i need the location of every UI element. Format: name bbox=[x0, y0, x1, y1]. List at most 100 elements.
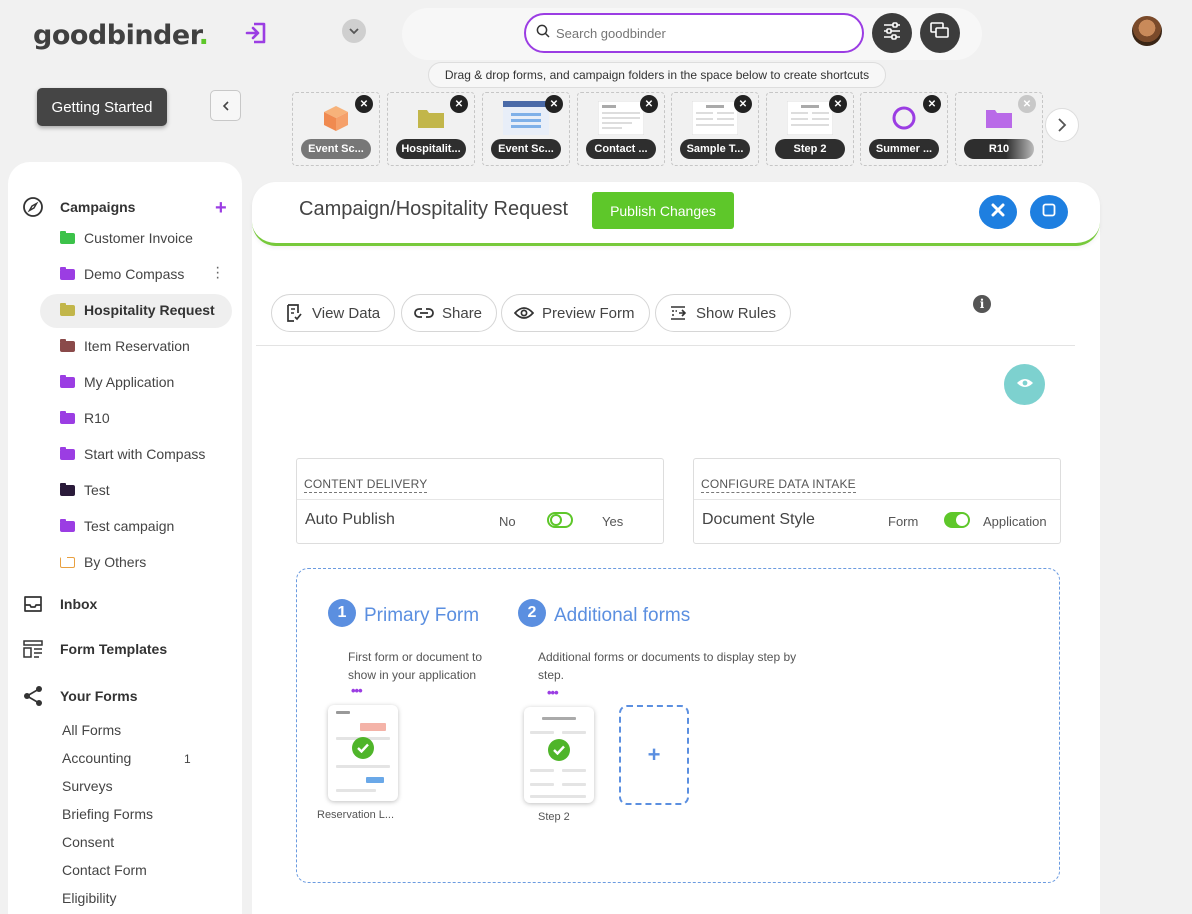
shortcut-item[interactable]: Event Sc... ✕ bbox=[482, 92, 570, 166]
form-folder-item[interactable]: Surveys bbox=[62, 778, 113, 794]
more-options-icon[interactable]: ••• bbox=[351, 683, 363, 698]
shortcut-item[interactable]: R10 ✕ bbox=[955, 92, 1043, 166]
user-avatar[interactable] bbox=[1132, 16, 1162, 46]
shortcut-item[interactable]: Summer ... ✕ bbox=[860, 92, 948, 166]
rules-icon bbox=[668, 303, 688, 323]
chevron-left-icon bbox=[222, 98, 230, 114]
folder-icon bbox=[60, 374, 75, 388]
campaign-item[interactable]: Test bbox=[60, 482, 110, 498]
more-options-icon[interactable]: · · · bbox=[215, 260, 220, 286]
share-nodes-icon bbox=[22, 685, 44, 707]
getting-started-button[interactable]: Getting Started bbox=[37, 88, 167, 126]
campaign-item[interactable]: Start with Compass bbox=[60, 446, 205, 462]
document-style-toggle[interactable] bbox=[944, 512, 970, 528]
page-title: Campaign/Hospitality Request bbox=[299, 198, 569, 220]
chat-button[interactable] bbox=[920, 13, 960, 53]
preview-toggle-button[interactable] bbox=[1004, 364, 1045, 405]
info-icon[interactable]: i bbox=[973, 295, 991, 313]
remove-shortcut-icon[interactable]: ✕ bbox=[545, 95, 563, 113]
form-folder-item[interactable]: Contact Form bbox=[62, 862, 147, 878]
campaign-item[interactable]: Demo Compass bbox=[60, 266, 184, 282]
circle-icon bbox=[879, 101, 929, 135]
collapse-sidebar-button[interactable] bbox=[210, 90, 241, 121]
step-description: Additional forms or documents to display… bbox=[538, 650, 797, 682]
campaign-item[interactable]: Test campaign bbox=[60, 518, 174, 534]
remove-shortcut-icon[interactable]: ✕ bbox=[450, 95, 468, 113]
card-label: Auto Publish bbox=[305, 511, 395, 528]
search-bar[interactable] bbox=[524, 13, 864, 53]
toggle-off-label: No bbox=[499, 514, 516, 529]
additional-form-thumbnail[interactable] bbox=[524, 707, 594, 803]
app-logo[interactable]: goodbinder. bbox=[33, 20, 209, 51]
data-intake-card: CONFIGURE DATA INTAKE Document Style For… bbox=[693, 458, 1061, 544]
primary-form-thumbnail[interactable] bbox=[328, 705, 398, 801]
your-forms-nav[interactable]: Your Forms bbox=[22, 685, 138, 707]
campaign-item[interactable]: Hospitality Request bbox=[60, 302, 215, 318]
document-label: Reservation L... bbox=[317, 809, 395, 821]
filter-button[interactable] bbox=[872, 13, 912, 53]
shortcut-item[interactable]: Contact ... ✕ bbox=[577, 92, 665, 166]
document-label: Step 2 bbox=[538, 811, 570, 823]
form-thumb-icon bbox=[596, 101, 646, 135]
view-data-icon bbox=[284, 303, 304, 323]
step-description: First form or document to show in your a… bbox=[348, 650, 483, 682]
more-options-icon[interactable]: ••• bbox=[547, 685, 559, 700]
close-button[interactable] bbox=[979, 195, 1017, 229]
remove-shortcut-icon[interactable]: ✕ bbox=[829, 95, 847, 113]
add-campaign-icon[interactable]: + bbox=[215, 197, 227, 220]
folder-icon bbox=[406, 101, 456, 135]
toggle-on-label: Yes bbox=[602, 514, 624, 529]
chat-icon bbox=[929, 21, 951, 46]
publish-changes-button[interactable]: Publish Changes bbox=[592, 192, 734, 229]
remove-shortcut-icon[interactable]: ✕ bbox=[355, 95, 373, 113]
maximize-button[interactable] bbox=[1030, 195, 1068, 229]
form-folder-item[interactable]: All Forms bbox=[62, 722, 121, 738]
remove-shortcut-icon[interactable]: ✕ bbox=[923, 95, 941, 113]
remove-shortcut-icon[interactable]: ✕ bbox=[640, 95, 658, 113]
toggle-knob bbox=[550, 514, 562, 526]
campaign-item[interactable]: Item Reservation bbox=[60, 338, 190, 354]
campaign-item[interactable]: R10 bbox=[60, 410, 110, 426]
chevron-right-icon[interactable] bbox=[1045, 108, 1079, 142]
shortcut-item[interactable]: Event Sc... ✕ bbox=[292, 92, 380, 166]
inbox-nav[interactable]: Inbox bbox=[22, 593, 97, 615]
link-icon bbox=[414, 303, 434, 323]
form-folder-item[interactable]: Accounting bbox=[62, 750, 131, 766]
campaigns-header[interactable]: Campaigns bbox=[22, 196, 135, 218]
form-templates-nav[interactable]: Form Templates bbox=[22, 638, 167, 660]
form-folder-item[interactable]: Eligibility bbox=[62, 890, 116, 906]
preview-form-button[interactable]: Preview Form bbox=[501, 294, 650, 332]
add-form-button[interactable]: + bbox=[619, 705, 689, 805]
shortcut-item[interactable]: Step 2 ✕ bbox=[766, 92, 854, 166]
campaign-item[interactable]: By Others bbox=[60, 554, 146, 570]
form-folder-item[interactable]: Briefing Forms bbox=[62, 806, 153, 822]
campaign-item[interactable]: My Application bbox=[60, 374, 174, 390]
divider bbox=[256, 345, 1075, 346]
toggle-off-label: Form bbox=[888, 514, 919, 529]
show-rules-button[interactable]: Show Rules bbox=[655, 294, 792, 332]
eye-icon bbox=[1016, 376, 1034, 394]
logout-icon[interactable] bbox=[244, 20, 270, 46]
remove-shortcut-icon[interactable]: ✕ bbox=[1018, 95, 1036, 113]
shortcut-item[interactable]: Sample T... ✕ bbox=[671, 92, 759, 166]
search-input[interactable] bbox=[556, 25, 836, 41]
view-data-button[interactable]: View Data bbox=[271, 294, 396, 332]
shortcut-item[interactable]: Hospitalit... ✕ bbox=[387, 92, 475, 166]
card-title: CONFIGURE DATA INTAKE bbox=[701, 477, 856, 493]
content-delivery-card: CONTENT DELIVERY Auto Publish No Yes bbox=[296, 458, 664, 544]
panel-header: Campaign/Hospitality Request Publish Cha… bbox=[252, 182, 1100, 246]
shortcuts-hint: Drag & drop forms, and campaign folders … bbox=[428, 62, 886, 88]
chevron-down-icon[interactable] bbox=[342, 19, 366, 43]
sliders-icon bbox=[882, 21, 902, 45]
auto-publish-toggle[interactable] bbox=[547, 512, 573, 528]
campaign-item[interactable]: Customer Invoice bbox=[60, 230, 193, 246]
share-button[interactable]: Share bbox=[401, 294, 498, 332]
templates-icon bbox=[22, 638, 44, 660]
form-folder-item[interactable]: Consent bbox=[62, 834, 114, 850]
campaign-panel: Campaign/Hospitality Request Publish Cha… bbox=[252, 182, 1100, 914]
remove-shortcut-icon[interactable]: ✕ bbox=[734, 95, 752, 113]
folder-icon bbox=[60, 482, 75, 496]
step-title: Primary Form bbox=[364, 605, 480, 626]
form-steps-area: 1 Primary Form 2 Additional forms First … bbox=[296, 568, 1060, 883]
form-count-badge: 1 bbox=[184, 752, 191, 766]
